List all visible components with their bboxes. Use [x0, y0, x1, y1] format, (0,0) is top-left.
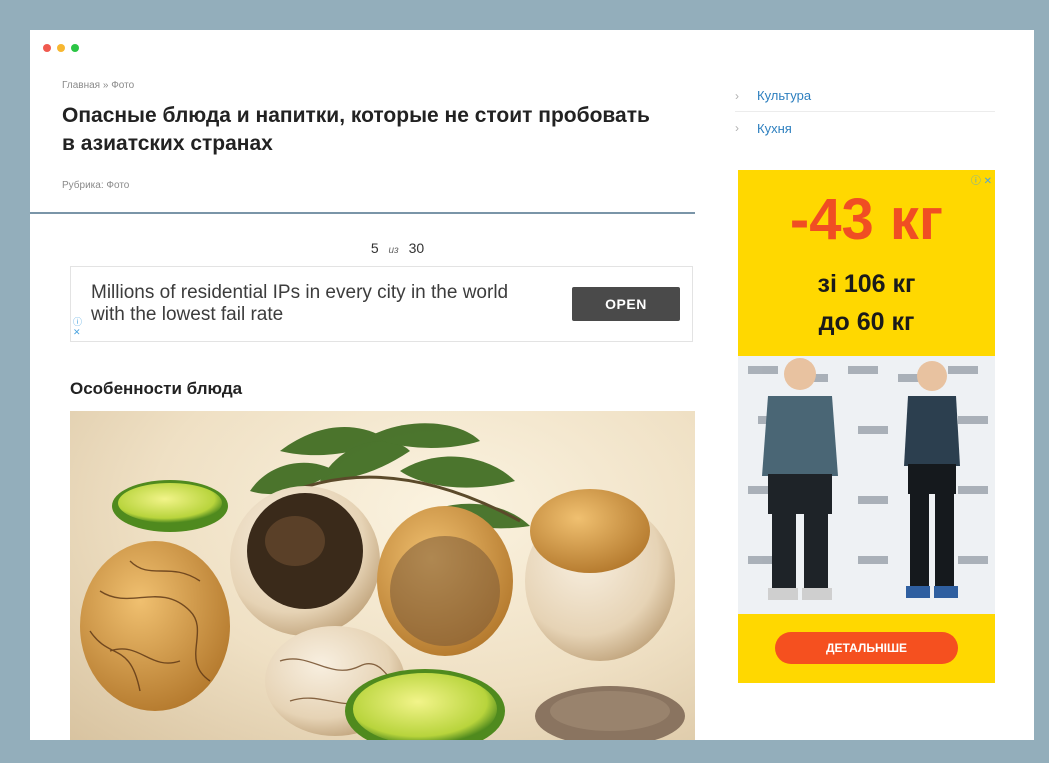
ad-headline: -43 кг — [789, 187, 944, 252]
page-title: Опасные блюда и напитки, которые не стои… — [62, 104, 650, 155]
info-icon[interactable]: ⓘ — [971, 176, 981, 187]
breadcrumb-current: Фото — [111, 80, 135, 91]
chevron-right-icon: › — [735, 88, 739, 103]
ad-before-after-photo — [738, 356, 995, 614]
ad-open-button[interactable]: OPEN — [572, 287, 680, 321]
gallery-of-label: из — [388, 245, 399, 256]
ad-details-button[interactable]: ДЕТАЛЬНІШЕ — [775, 632, 958, 664]
gallery-counter: 5 из 30 — [30, 240, 765, 256]
ad-from-weight: зі 106 кг — [817, 270, 916, 298]
sidebar-category-list: › Культура › Кухня — [735, 80, 995, 144]
breadcrumb-separator: » — [102, 80, 109, 91]
breadcrumb-home-link[interactable]: Главная — [62, 80, 100, 91]
breadcrumb: Главная » Фото — [62, 80, 134, 91]
header-divider — [30, 212, 695, 214]
weight-loss-ad[interactable]: ⓘ ✕ -43 кг зі 106 кг до 60 кг ДЕТАЛЬНІШЕ — [738, 170, 995, 683]
balut-eggs-illustration — [80, 423, 685, 740]
minimize-window-dot[interactable] — [57, 44, 65, 52]
gallery-total: 30 — [408, 240, 425, 256]
maximize-window-dot[interactable] — [71, 44, 79, 52]
sidebar-item-label[interactable]: Культура — [757, 88, 811, 103]
sidebar-item-culture[interactable]: › Культура — [735, 80, 995, 112]
sidebar-item-kitchen[interactable]: › Кухня — [735, 112, 995, 144]
balut-eggs-photo — [70, 411, 695, 740]
before-after-illustration — [738, 356, 995, 614]
ad-banner[interactable]: Millions of residential IPs in every cit… — [70, 266, 693, 342]
close-icon[interactable]: ✕ — [984, 176, 992, 187]
close-icon[interactable]: ✕ — [73, 327, 82, 337]
close-window-dot[interactable] — [43, 44, 51, 52]
info-icon[interactable]: ⓘ — [73, 317, 82, 327]
browser-window: Главная » Фото Опасные блюда и напитки, … — [30, 30, 1034, 740]
chevron-right-icon: › — [735, 121, 739, 135]
gallery-current: 5 — [370, 240, 379, 256]
window-controls — [43, 44, 79, 52]
adchoices[interactable]: ⓘ ✕ — [73, 317, 82, 337]
ad-banner-text[interactable]: Millions of residential IPs in every cit… — [91, 282, 541, 326]
ad-to-weight: до 60 кг — [818, 308, 915, 336]
adchoices-icons[interactable]: ⓘ ✕ — [971, 172, 992, 187]
section-heading: Особенности блюда — [70, 379, 243, 398]
sidebar-item-label[interactable]: Кухня — [757, 121, 792, 136]
article-rubric: Рубрика: Фото — [62, 180, 130, 191]
